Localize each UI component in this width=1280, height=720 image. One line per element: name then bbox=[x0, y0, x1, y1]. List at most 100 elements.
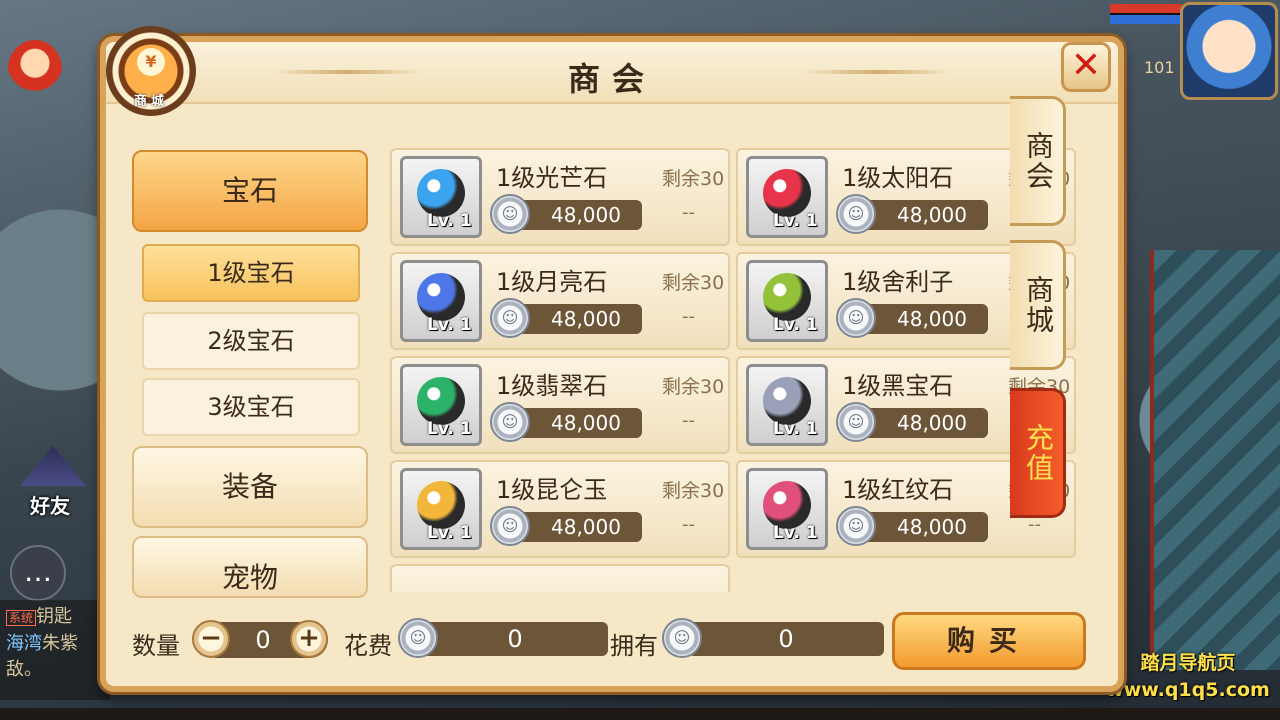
silver-coin-icon: ☺ bbox=[490, 402, 530, 442]
item-name: 1级黑宝石 bbox=[842, 372, 954, 400]
cost-label: 花费 bbox=[344, 632, 392, 660]
item-icon-frame: Lv. 1 bbox=[746, 468, 828, 550]
mall-badge[interactable]: ¥ 商城 bbox=[106, 26, 196, 116]
item-name: 1级太阳石 bbox=[842, 164, 954, 192]
item-stock: 剩余30 bbox=[662, 376, 725, 398]
bottom-status-bar bbox=[0, 708, 1280, 720]
item-card-partial[interactable] bbox=[390, 564, 730, 592]
tab-recharge[interactable]: 充值 bbox=[1010, 388, 1066, 518]
chat-line: 海湾朱紫 bbox=[6, 633, 78, 654]
item-icon-frame: Lv. 1 bbox=[400, 260, 482, 342]
item-name: 1级翡翠石 bbox=[496, 372, 608, 400]
red-swirl-orb-icon bbox=[763, 169, 811, 217]
item-card[interactable]: Lv. 1 1级翡翠石 剩余30 48,000 ☺ -- bbox=[390, 356, 730, 454]
silver-coin-icon: ☺ bbox=[836, 506, 876, 546]
yuan-coin-icon: ¥ bbox=[137, 48, 165, 76]
item-status: -- bbox=[682, 514, 695, 535]
item-icon-frame: Lv. 1 bbox=[746, 156, 828, 238]
item-grid: Lv. 11级光芒石剩余3048,000☺--Lv. 11级太阳石剩余3048,… bbox=[390, 148, 1090, 592]
item-card[interactable]: Lv. 1 1级昆仑玉 剩余30 48,000 ☺ -- bbox=[390, 460, 730, 558]
fortune-god-icon[interactable] bbox=[8, 40, 62, 98]
item-stock: 剩余30 bbox=[662, 168, 725, 190]
hp-mp-bars bbox=[1110, 4, 1182, 24]
quantity-minus-button[interactable]: − bbox=[192, 620, 230, 658]
player-level: 101 bbox=[1144, 58, 1175, 77]
silver-coin-icon: ☺ bbox=[490, 506, 530, 546]
site-watermark: 踏月导航页 www.q1q5.com bbox=[1098, 648, 1278, 701]
green-beads-icon bbox=[763, 273, 811, 321]
chat-line: 系统 钥匙 bbox=[6, 604, 104, 631]
silver-coin-icon: ☺ bbox=[662, 618, 702, 658]
owned-label: 拥有 bbox=[610, 632, 658, 660]
item-card[interactable]: Lv. 1 1级光芒石 剩余30 48,000 ☺ -- bbox=[390, 148, 730, 246]
item-name: 1级舍利子 bbox=[842, 268, 954, 296]
item-name: 1级昆仑玉 bbox=[496, 476, 608, 504]
mall-badge-label: 商城 bbox=[133, 94, 168, 109]
system-tag: 系统 bbox=[6, 610, 37, 626]
silver-coin-icon: ☺ bbox=[836, 194, 876, 234]
pink-swirl-orb-icon bbox=[763, 481, 811, 529]
owned-value: 0 bbox=[688, 622, 884, 656]
purchase-bar: 数量 0 − + 花费 0 ☺ 拥有 0 ☺ 购买 bbox=[106, 606, 1118, 686]
item-level: Lv. 1 bbox=[427, 419, 472, 439]
chat-line: 敌。 bbox=[6, 659, 42, 680]
title-ornament-right bbox=[802, 70, 952, 74]
silver-coin-icon: ☺ bbox=[490, 298, 530, 338]
amber-jade-icon bbox=[417, 481, 465, 529]
item-icon-frame: Lv. 1 bbox=[400, 364, 482, 446]
palace-roof-decoration bbox=[1150, 250, 1280, 670]
silver-coin-icon: ☺ bbox=[490, 194, 530, 234]
item-icon-frame: Lv. 1 bbox=[746, 364, 828, 446]
item-level: Lv. 1 bbox=[773, 523, 818, 543]
item-status: -- bbox=[682, 410, 695, 431]
friend-button[interactable]: 好友 bbox=[12, 446, 96, 526]
category-pet[interactable]: 宠物 bbox=[132, 536, 368, 598]
watermark-title: 踏月导航页 bbox=[1140, 652, 1236, 674]
tab-trade-guild[interactable]: 商会 bbox=[1010, 96, 1066, 226]
blue-crystal-icon bbox=[417, 169, 465, 217]
category-equipment[interactable]: 装备 bbox=[132, 446, 368, 528]
friend-label: 好友 bbox=[30, 494, 70, 518]
chat-bubble-icon[interactable]: … bbox=[10, 545, 66, 601]
item-stock: 剩余30 bbox=[662, 480, 725, 502]
item-status: -- bbox=[682, 202, 695, 223]
item-icon-frame: Lv. 1 bbox=[400, 156, 482, 238]
watermark-url: www.q1q5.com bbox=[1106, 679, 1270, 701]
quantity-plus-button[interactable]: + bbox=[290, 620, 328, 658]
item-icon-frame: Lv. 1 bbox=[746, 260, 828, 342]
close-button[interactable]: ✕ bbox=[1061, 42, 1111, 92]
blue-crescent-icon bbox=[417, 273, 465, 321]
subcategory-level2-gem[interactable]: 2级宝石 bbox=[142, 312, 360, 370]
silver-coin-icon: ☺ bbox=[836, 298, 876, 338]
subcategory-level1-gem[interactable]: 1级宝石 bbox=[142, 244, 360, 302]
page-title: 商会 bbox=[567, 60, 656, 98]
buy-button[interactable]: 购买 bbox=[892, 612, 1086, 670]
category-gem[interactable]: 宝石 bbox=[132, 150, 368, 232]
chat-log: 系统 钥匙 海湾朱紫 敌。 bbox=[0, 600, 110, 700]
item-card[interactable]: Lv. 1 1级月亮石 剩余30 48,000 ☺ -- bbox=[390, 252, 730, 350]
title-ornament-left bbox=[272, 70, 422, 74]
silver-diamond-icon bbox=[763, 377, 811, 425]
item-name: 1级月亮石 bbox=[496, 268, 608, 296]
item-level: Lv. 1 bbox=[773, 419, 818, 439]
friend-hat-icon bbox=[20, 446, 86, 486]
silver-coin-icon: ☺ bbox=[398, 618, 438, 658]
item-status: -- bbox=[682, 306, 695, 327]
player-avatar[interactable] bbox=[1180, 2, 1278, 100]
cost-value: 0 bbox=[422, 622, 608, 656]
item-level: Lv. 1 bbox=[427, 315, 472, 335]
item-level: Lv. 1 bbox=[773, 315, 818, 335]
item-level: Lv. 1 bbox=[427, 211, 472, 231]
tab-mall[interactable]: 商城 bbox=[1010, 240, 1066, 370]
quantity-label: 数量 bbox=[132, 632, 180, 660]
item-stock: 剩余30 bbox=[662, 272, 725, 294]
green-orb-icon bbox=[417, 377, 465, 425]
silver-coin-icon: ☺ bbox=[836, 402, 876, 442]
panel-header: 商会 bbox=[106, 42, 1118, 104]
item-icon-frame: Lv. 1 bbox=[400, 468, 482, 550]
item-name: 1级红纹石 bbox=[842, 476, 954, 504]
item-name: 1级光芒石 bbox=[496, 164, 608, 192]
item-level: Lv. 1 bbox=[427, 523, 472, 543]
subcategory-level3-gem[interactable]: 3级宝石 bbox=[142, 378, 360, 436]
item-level: Lv. 1 bbox=[773, 211, 818, 231]
